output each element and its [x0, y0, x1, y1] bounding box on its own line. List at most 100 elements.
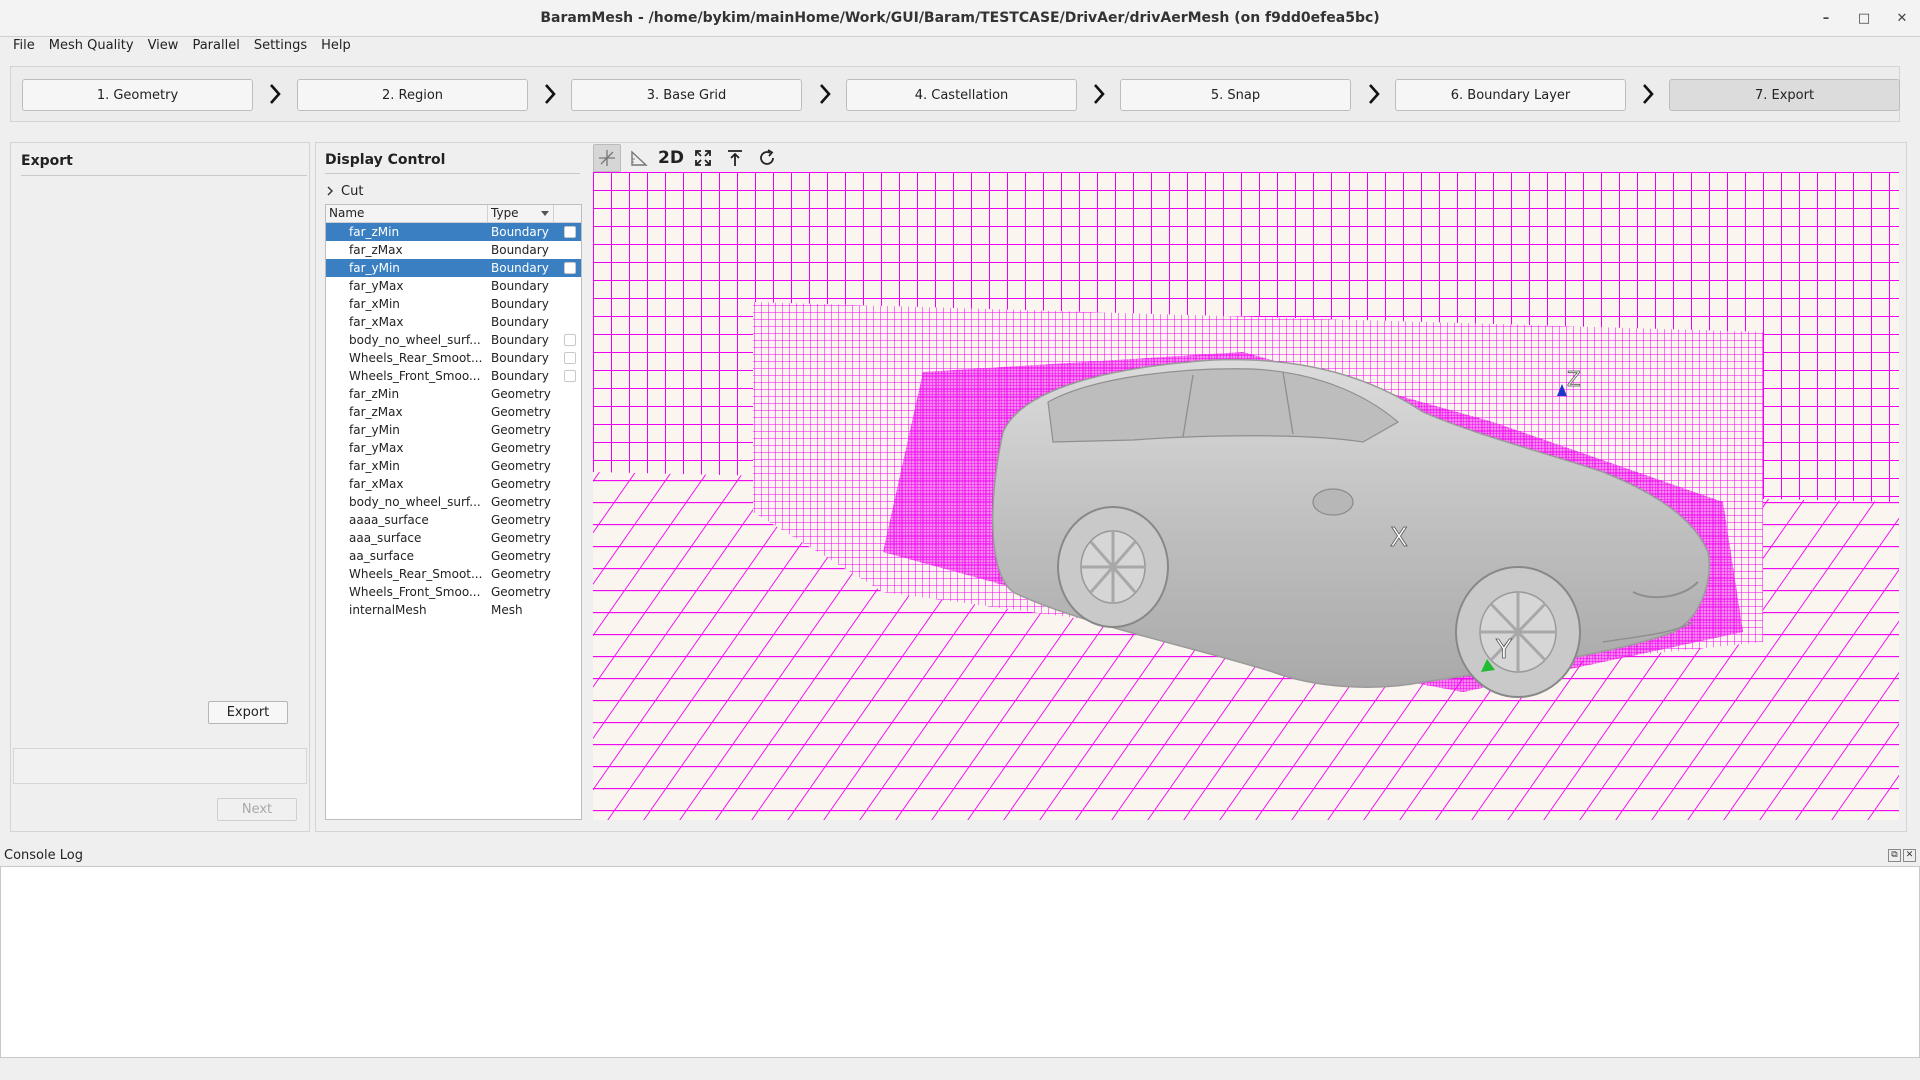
minimize-button[interactable]: – [1818, 10, 1834, 26]
float-dock-icon[interactable]: ⧉ [1888, 849, 1901, 862]
step-snap[interactable]: 5. Snap [1120, 79, 1351, 111]
tree-row-type: Geometry [491, 405, 551, 419]
step-castellation[interactable]: 4. Castellation [846, 79, 1077, 111]
tree-row-name: far_yMin [349, 423, 400, 437]
wizard-steps: 1. Geometry 2. Region 3. Base Grid 4. Ca… [10, 66, 1900, 122]
column-header-type-label: Type [491, 206, 519, 220]
tree-row-type: Boundary [491, 297, 549, 311]
next-button[interactable]: Next [217, 798, 297, 821]
tree-row[interactable]: far_yMin Geometry [326, 421, 581, 439]
2d-view-icon[interactable]: 2D [657, 144, 685, 172]
tree-row-name: far_yMin [349, 261, 400, 275]
fit-view-icon[interactable] [689, 144, 717, 172]
tree-row[interactable]: internalMesh Mesh [326, 601, 581, 619]
tree-row[interactable]: aaaa_surface Geometry [326, 511, 581, 529]
close-dock-icon[interactable]: ✕ [1903, 849, 1916, 862]
tree-row-type: Geometry [491, 549, 551, 563]
visibility-checkbox[interactable] [564, 334, 576, 346]
tree-row-name: far_zMin [349, 387, 400, 401]
tree-row-name: Wheels_Front_Smoo... [349, 585, 481, 599]
tree-row[interactable]: far_xMin Geometry [326, 457, 581, 475]
tree-row-type: Geometry [491, 531, 551, 545]
tree-row-type: Boundary [491, 279, 549, 293]
tree-row[interactable]: Wheels_Rear_Smoot... Boundary [326, 349, 581, 367]
tree-row-name: aaa_surface [349, 531, 422, 545]
ruler-triangle-icon[interactable] [625, 144, 653, 172]
tree-row[interactable]: far_xMax Geometry [326, 475, 581, 493]
tree-row-type: Geometry [491, 423, 551, 437]
align-top-icon[interactable] [721, 144, 749, 172]
tree-row[interactable]: far_xMin Boundary [326, 295, 581, 313]
axes-icon[interactable] [593, 144, 621, 172]
tree-row[interactable]: far_zMin Geometry [326, 385, 581, 403]
menu-file[interactable]: File [6, 37, 42, 55]
visibility-checkbox[interactable] [564, 262, 576, 274]
tree-row[interactable]: far_zMin Boundary [326, 223, 581, 241]
chevron-right-icon [1094, 84, 1105, 104]
render-viewport[interactable]: X Y Z [593, 172, 1899, 820]
tree-row[interactable]: aaa_surface Geometry [326, 529, 581, 547]
export-panel-title: Export [21, 153, 73, 169]
tree-row[interactable]: aa_surface Geometry [326, 547, 581, 565]
export-button[interactable]: Export [208, 701, 288, 724]
column-header-name[interactable]: Name [326, 205, 488, 222]
tree-row-name: far_xMin [349, 459, 400, 473]
visibility-checkbox[interactable] [564, 370, 576, 382]
tree-row[interactable]: far_yMax Boundary [326, 277, 581, 295]
tree-row-type: Boundary [491, 261, 549, 275]
cut-section-toggle[interactable]: Cut [325, 183, 363, 199]
column-header-type[interactable]: Type [488, 205, 554, 222]
tree-row-type: Boundary [491, 369, 549, 383]
chevron-right-icon [1643, 84, 1654, 104]
sort-down-icon [541, 211, 549, 216]
menu-settings[interactable]: Settings [247, 37, 314, 55]
tree-row-name: aaaa_surface [349, 513, 429, 527]
step-export[interactable]: 7. Export [1669, 79, 1900, 111]
tree-row[interactable]: Wheels_Front_Smoo... Boundary [326, 367, 581, 385]
rotate-icon[interactable] [753, 144, 781, 172]
tree-row[interactable]: body_no_wheel_surf... Geometry [326, 493, 581, 511]
step-boundary-layer[interactable]: 6. Boundary Layer [1395, 79, 1626, 111]
tree-row-type: Boundary [491, 243, 549, 257]
menu-bar: File Mesh Quality View Parallel Settings… [0, 37, 358, 55]
chevron-right-icon [270, 84, 281, 104]
tree-row-type: Geometry [491, 513, 551, 527]
tree-row[interactable]: far_yMin Boundary [326, 259, 581, 277]
window-controls: – □ ✕ [1818, 0, 1910, 36]
tree-row-name: internalMesh [349, 603, 427, 617]
window-titlebar: BaramMesh - /home/bykim/mainHome/Work/GU… [0, 0, 1920, 37]
tree-row[interactable]: Wheels_Rear_Smoot... Geometry [326, 565, 581, 583]
visibility-checkbox[interactable] [564, 226, 576, 238]
menu-mesh-quality[interactable]: Mesh Quality [42, 37, 141, 55]
tree-row-name: far_yMax [349, 441, 404, 455]
maximize-button[interactable]: □ [1856, 10, 1872, 26]
export-panel: Export Export Next [10, 142, 310, 832]
tree-row[interactable]: far_xMax Boundary [326, 313, 581, 331]
menu-parallel[interactable]: Parallel [185, 37, 246, 55]
tree-row[interactable]: Wheels_Front_Smoo... Geometry [326, 583, 581, 601]
tree-row[interactable]: far_zMax Boundary [326, 241, 581, 259]
close-button[interactable]: ✕ [1894, 10, 1910, 26]
menu-help[interactable]: Help [314, 37, 358, 55]
menu-view[interactable]: View [141, 37, 186, 55]
tree-row-name: far_xMin [349, 297, 400, 311]
chevron-right-icon [545, 84, 556, 104]
tree-row-type: Geometry [491, 441, 551, 455]
tree-row[interactable]: far_yMax Geometry [326, 439, 581, 457]
step-region[interactable]: 2. Region [297, 79, 528, 111]
tree-row-type: Boundary [491, 315, 549, 329]
tree-row[interactable]: body_no_wheel_surf... Boundary [326, 331, 581, 349]
tree-row-name: aa_surface [349, 549, 415, 563]
step-base-grid[interactable]: 3. Base Grid [571, 79, 802, 111]
tree-row-type: Boundary [491, 225, 549, 239]
tree-row-name: body_no_wheel_surf... [349, 495, 481, 509]
chevron-right-icon [820, 84, 831, 104]
tree-row-type: Geometry [491, 585, 551, 599]
tree-row[interactable]: far_zMax Geometry [326, 403, 581, 421]
tree-row-name: body_no_wheel_surf... [349, 333, 481, 347]
visibility-checkbox[interactable] [564, 352, 576, 364]
tree-row-type: Geometry [491, 387, 551, 401]
console-log[interactable] [0, 866, 1920, 1058]
display-control-title: Display Control [325, 152, 446, 168]
step-geometry[interactable]: 1. Geometry [22, 79, 253, 111]
